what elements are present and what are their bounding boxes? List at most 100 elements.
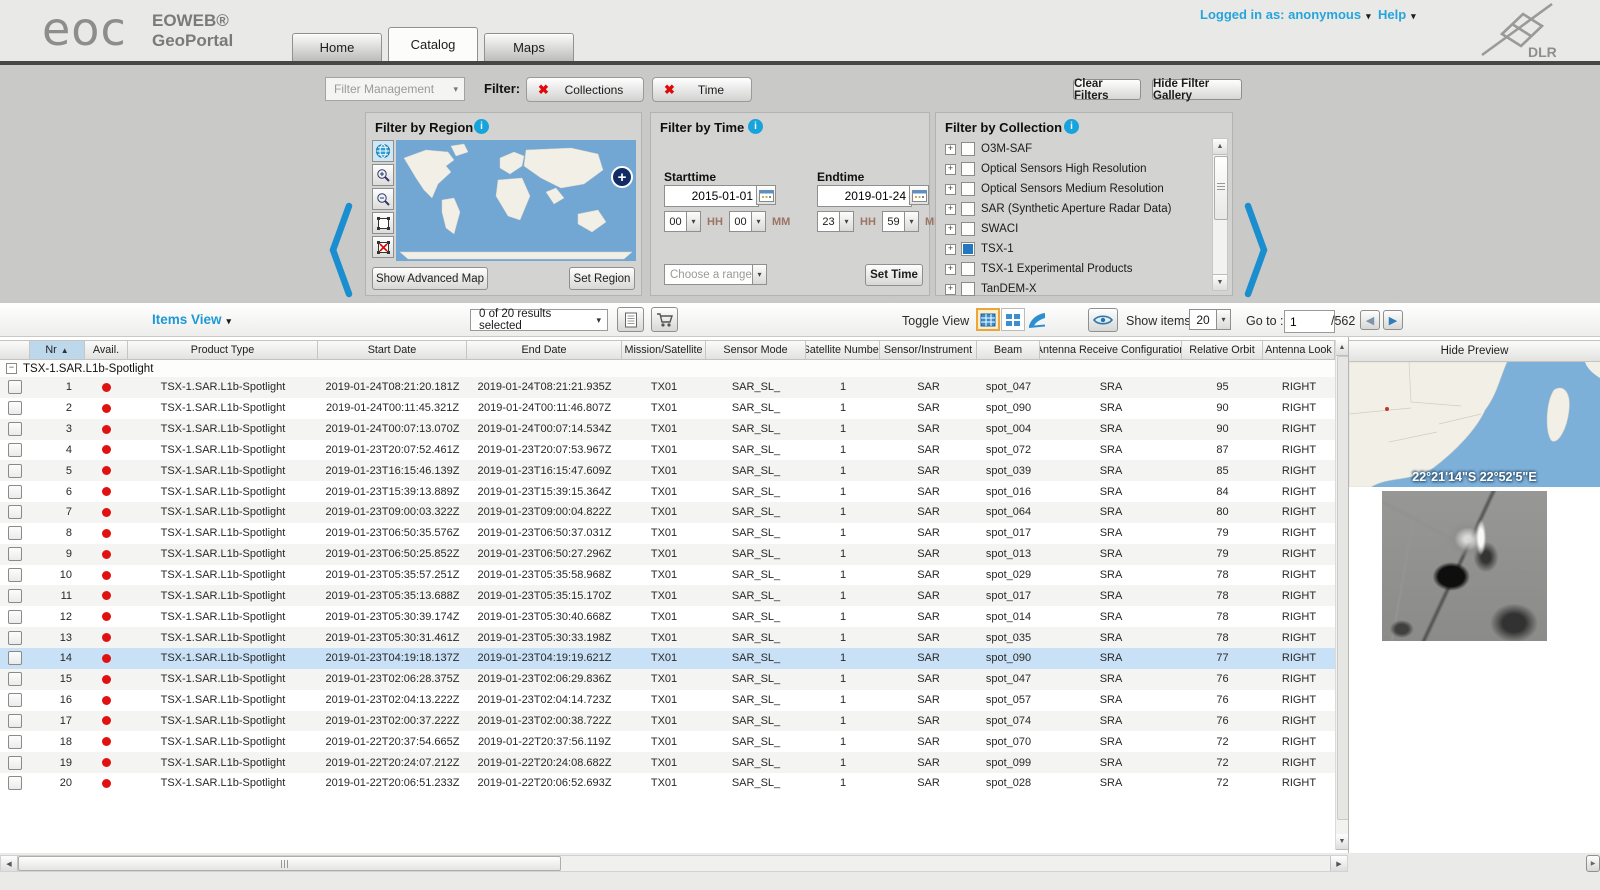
table-view-button[interactable] [976, 308, 1000, 331]
report-button[interactable] [617, 307, 644, 332]
table-row[interactable]: 12 TSX-1.SAR.L1b-Spotlight 2019-01-23T05… [0, 606, 1335, 627]
row-checkbox[interactable] [8, 735, 22, 749]
collection-checkbox[interactable] [961, 142, 975, 156]
table-row[interactable]: 8 TSX-1.SAR.L1b-Spotlight 2019-01-23T06:… [0, 523, 1335, 544]
chevron-down-icon[interactable]: ▾ [686, 211, 701, 232]
row-checkbox[interactable] [8, 756, 22, 770]
column-header-end-date[interactable]: End Date [467, 340, 622, 360]
collection-item[interactable]: TSX-1 [945, 239, 1206, 259]
remove-filter-icon[interactable]: ✖ [538, 82, 549, 98]
row-checkbox[interactable] [8, 631, 22, 645]
expand-icon[interactable] [945, 204, 956, 215]
results-selected-select[interactable]: 0 of 20 results selected ▾ [470, 309, 608, 331]
row-checkbox[interactable] [8, 568, 22, 582]
table-row[interactable]: 9 TSX-1.SAR.L1b-Spotlight 2019-01-23T06:… [0, 544, 1335, 565]
column-header-nr[interactable]: Nr▲ [30, 340, 85, 360]
chevron-down-icon[interactable]: ▾ [751, 211, 766, 232]
choose-range-select[interactable]: Choose a range ▾ [664, 264, 767, 285]
scroll-left-icon[interactable]: ◀ [1, 856, 18, 871]
expand-icon[interactable] [945, 264, 956, 275]
scene-preview-image[interactable] [1382, 491, 1547, 641]
table-row[interactable]: 5 TSX-1.SAR.L1b-Spotlight 2019-01-23T16:… [0, 460, 1335, 481]
gallery-scroll-left-chevron[interactable] [328, 202, 354, 298]
info-icon[interactable]: i [748, 119, 763, 134]
scroll-up-icon[interactable]: ▲ [1336, 340, 1348, 356]
map-expand-plus-button[interactable]: + [611, 166, 633, 188]
filter-chip-collections[interactable]: ✖ Collections [526, 77, 644, 102]
collection-item[interactable]: Optical Sensors Medium Resolution [945, 179, 1206, 199]
row-checkbox[interactable] [8, 776, 22, 790]
filter-chip-time[interactable]: ✖ Time [652, 77, 752, 102]
show-items-select[interactable]: 20 ▾ [1189, 309, 1231, 330]
table-row[interactable]: 4 TSX-1.SAR.L1b-Spotlight 2019-01-23T20:… [0, 440, 1335, 461]
expand-icon[interactable] [945, 164, 956, 175]
column-header-start-date[interactable]: Start Date [318, 340, 467, 360]
scroll-down-icon[interactable]: ▼ [1336, 834, 1348, 850]
info-icon[interactable]: i [1064, 119, 1079, 134]
table-row[interactable]: 15 TSX-1.SAR.L1b-Spotlight 2019-01-23T02… [0, 669, 1335, 690]
end-minute-select[interactable]: 59 ▾ [882, 211, 919, 232]
column-header-sensor-mode[interactable]: Sensor Mode [706, 340, 806, 360]
table-row[interactable]: 6 TSX-1.SAR.L1b-Spotlight 2019-01-23T15:… [0, 481, 1335, 502]
group-row[interactable]: − TSX-1.SAR.L1b-Spotlight [0, 360, 1335, 378]
collection-checkbox[interactable] [961, 282, 975, 296]
row-checkbox[interactable] [8, 422, 22, 436]
chevron-down-icon[interactable]: ▾ [752, 264, 767, 285]
row-checkbox[interactable] [8, 651, 22, 665]
table-row[interactable]: 14 TSX-1.SAR.L1b-Spotlight 2019-01-23T04… [0, 648, 1335, 669]
table-row[interactable]: 7 TSX-1.SAR.L1b-Spotlight 2019-01-23T09:… [0, 502, 1335, 523]
clear-region-tool-icon[interactable] [372, 236, 394, 258]
chevron-down-icon[interactable]: ▾ [1216, 309, 1231, 330]
column-header-satellite-number[interactable]: Satellite Number [806, 340, 880, 360]
end-hour-select[interactable]: 23 ▾ [817, 211, 854, 232]
scrollbar-thumb[interactable] [18, 856, 561, 871]
scroll-down-icon[interactable]: ▼ [1213, 274, 1227, 290]
grid-view-button[interactable] [1001, 308, 1025, 331]
starttime-date-input[interactable] [664, 185, 759, 207]
expand-icon[interactable] [945, 184, 956, 195]
table-row[interactable]: 1 TSX-1.SAR.L1b-Spotlight 2019-01-24T08:… [0, 377, 1335, 398]
expand-icon[interactable] [945, 144, 956, 155]
help-menu[interactable]: Help▾ [1378, 7, 1416, 22]
column-header-beam[interactable]: Beam [977, 340, 1040, 360]
expand-icon[interactable] [945, 244, 956, 255]
collection-checkbox[interactable] [961, 162, 975, 176]
zoom-in-tool-icon[interactable] [372, 164, 394, 186]
chevron-down-icon[interactable]: ▾ [839, 211, 854, 232]
gallery-scroll-right-chevron[interactable] [1243, 202, 1269, 298]
collection-item[interactable]: TanDEM-X [945, 279, 1206, 299]
row-checkbox[interactable] [8, 526, 22, 540]
info-icon[interactable]: i [474, 119, 489, 134]
table-horizontal-scrollbar[interactable]: ◀ ▶ [0, 855, 1348, 872]
start-minute-select[interactable]: 00 ▾ [729, 211, 766, 232]
row-checkbox[interactable] [8, 693, 22, 707]
table-row[interactable]: 3 TSX-1.SAR.L1b-Spotlight 2019-01-24T00:… [0, 419, 1335, 440]
row-checkbox[interactable] [8, 589, 22, 603]
collection-checkbox[interactable] [961, 182, 975, 196]
remove-filter-icon[interactable]: ✖ [664, 82, 675, 98]
column-header-product-type[interactable]: Product Type [128, 340, 318, 360]
start-hour-select[interactable]: 00 ▾ [664, 211, 701, 232]
collection-item[interactable]: Optical Sensors High Resolution [945, 159, 1206, 179]
row-checkbox[interactable] [8, 401, 22, 415]
expand-icon[interactable] [945, 224, 956, 235]
table-row[interactable]: 20 TSX-1.SAR.L1b-Spotlight 2019-01-22T20… [0, 773, 1335, 794]
column-header-avail[interactable]: Avail. [85, 340, 128, 360]
row-checkbox[interactable] [8, 464, 22, 478]
calendar-icon[interactable] [756, 185, 776, 205]
filter-management-select[interactable]: Filter Management ▾ [325, 77, 465, 101]
collapse-icon[interactable]: − [6, 363, 17, 374]
collection-item[interactable]: O3M-SAF [945, 139, 1206, 159]
scrollbar-thumb[interactable] [1214, 156, 1228, 220]
show-advanced-map-button[interactable]: Show Advanced Map [372, 267, 488, 290]
collection-item[interactable]: TSX-1 Experimental Products [945, 259, 1206, 279]
items-view-menu[interactable]: Items View▾ [152, 312, 231, 327]
table-vertical-scrollbar[interactable]: ▲ ▼ [1335, 340, 1349, 850]
set-time-button[interactable]: Set Time [865, 264, 923, 286]
column-header-antenna-receive[interactable]: Antenna Receive Configuration [1040, 340, 1182, 360]
collection-checkbox[interactable] [961, 222, 975, 236]
column-header-mission[interactable]: Mission/Satellite [622, 340, 706, 360]
globe-tool-icon[interactable] [372, 140, 394, 162]
endtime-date-input[interactable] [817, 185, 912, 207]
collection-checkbox[interactable] [961, 262, 975, 276]
